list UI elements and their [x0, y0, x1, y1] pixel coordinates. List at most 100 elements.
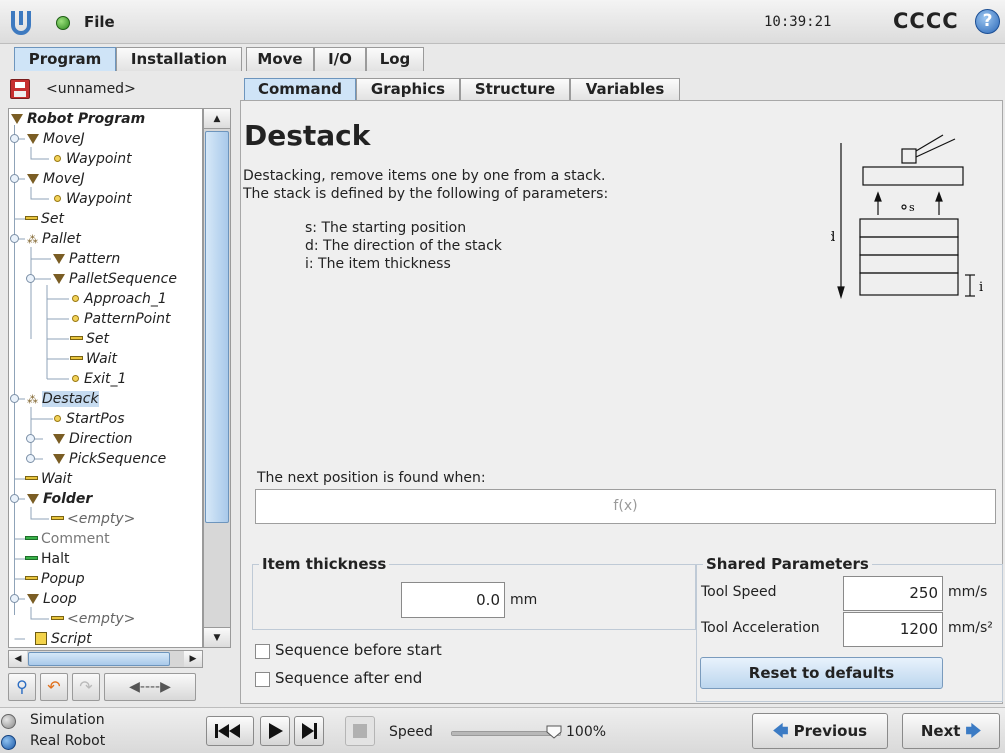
- move-arrows-icon[interactable]: ◀----▶: [104, 673, 196, 701]
- sequence-after-end-checkbox[interactable]: [255, 672, 270, 687]
- tool-acceleration-label: Tool Acceleration: [701, 620, 820, 636]
- speed-slider-fill: [452, 732, 558, 735]
- tree-node[interactable]: ⁂ Pallet: [27, 229, 81, 249]
- tree-node[interactable]: Loop: [27, 589, 77, 609]
- tree-node[interactable]: Script: [35, 629, 92, 647]
- tab-command[interactable]: Command: [244, 78, 356, 100]
- scroll-up-arrow-icon[interactable]: ▲: [204, 109, 230, 129]
- tab-graphics[interactable]: Graphics: [356, 78, 460, 100]
- tab-program[interactable]: Program: [14, 47, 116, 71]
- play-icon: [269, 723, 283, 739]
- step-forward-button[interactable]: [294, 716, 324, 746]
- tree-node[interactable]: <empty>: [51, 509, 135, 529]
- item-thickness-input[interactable]: 0.0: [401, 582, 505, 618]
- scroll-down-arrow-icon[interactable]: ▼: [204, 627, 230, 647]
- tree-horizontal-scrollbar[interactable]: ◀ ▶: [8, 650, 203, 668]
- save-icon[interactable]: [10, 79, 30, 99]
- simulation-mode[interactable]: Simulation: [1, 712, 105, 729]
- tab-installation[interactable]: Installation: [116, 47, 242, 71]
- tree-node[interactable]: MoveJ: [27, 169, 85, 189]
- set-icon: [70, 336, 83, 340]
- triangle-icon: [53, 254, 65, 264]
- diagram-label-i: i: [979, 280, 983, 295]
- description: Destacking, remove items one by one from…: [243, 167, 608, 203]
- clock: 10:39:21: [764, 14, 832, 30]
- waypoint-icon: [54, 195, 61, 202]
- diagram-label-d: d: [831, 230, 835, 245]
- tab-log[interactable]: Log: [366, 47, 424, 71]
- tool-acceleration-unit: mm/s²: [948, 620, 993, 636]
- speed-slider-knob[interactable]: [546, 725, 562, 739]
- tree-node[interactable]: Direction: [53, 429, 133, 449]
- waypoint-icon: [54, 155, 61, 162]
- step-forward-icon: [302, 723, 317, 739]
- stop-icon: [353, 724, 367, 738]
- tree-node[interactable]: Popup: [25, 569, 85, 589]
- tree-node[interactable]: Set: [70, 329, 109, 349]
- scroll-left-arrow-icon[interactable]: ◀: [9, 651, 27, 667]
- tree-node[interactable]: Waypoint: [54, 149, 132, 169]
- tree-node[interactable]: Set: [25, 209, 64, 229]
- tree-node[interactable]: StartPos: [54, 409, 125, 429]
- tree-node-robot-program[interactable]: Robot Program: [11, 109, 145, 129]
- previous-button[interactable]: 🡄 Previous: [752, 713, 888, 749]
- scroll-right-arrow-icon[interactable]: ▶: [184, 651, 202, 667]
- speed-slider[interactable]: [451, 725, 562, 739]
- tree-node[interactable]: Wait: [70, 349, 117, 369]
- tree-node[interactable]: Waypoint: [54, 189, 132, 209]
- expression-field[interactable]: f(x): [255, 489, 996, 524]
- tool-speed-input[interactable]: 250: [843, 576, 943, 611]
- tab-io[interactable]: I/O: [314, 47, 366, 71]
- param-i: i: The item thickness: [305, 256, 451, 272]
- search-icon[interactable]: ⚲: [8, 673, 36, 701]
- redo-icon[interactable]: ↷: [72, 673, 100, 701]
- tree-node[interactable]: Approach_1: [72, 289, 167, 309]
- tree-node[interactable]: <empty>: [51, 609, 135, 629]
- shared-parameters-title: Shared Parameters: [703, 555, 872, 573]
- help-icon[interactable]: ?: [975, 9, 1000, 34]
- play-button[interactable]: [260, 716, 290, 746]
- sequence-before-start-checkbox[interactable]: [255, 644, 270, 659]
- file-menu[interactable]: File: [84, 13, 115, 31]
- command-panel: Destack Destacking, remove items one by …: [240, 100, 1003, 704]
- triangle-icon: [53, 434, 65, 444]
- set-icon: [51, 516, 64, 520]
- tab-structure[interactable]: Structure: [460, 78, 570, 100]
- item-thickness-unit: mm: [510, 592, 538, 608]
- triangle-icon: [53, 454, 65, 464]
- scroll-thumb[interactable]: [205, 131, 229, 523]
- tree-node[interactable]: Exit_1: [72, 369, 126, 389]
- tree-node[interactable]: MoveJ: [27, 129, 85, 149]
- skip-back-button[interactable]: [206, 716, 254, 746]
- tree-vertical-scrollbar[interactable]: ▲ ▼: [203, 108, 231, 648]
- diagram-label-s: s: [909, 201, 915, 214]
- arrow-right-icon: 🡆: [965, 722, 982, 740]
- real-robot-radio-icon[interactable]: [1, 735, 16, 750]
- tree-node[interactable]: Halt: [25, 549, 70, 569]
- next-position-label: The next position is found when:: [257, 470, 486, 486]
- program-tree[interactable]: Robot Program MoveJ Waypoint MoveJ Waypo…: [8, 108, 203, 648]
- tree-node[interactable]: PalletSequence: [53, 269, 177, 289]
- tab-variables[interactable]: Variables: [570, 78, 680, 100]
- set-icon: [51, 616, 64, 620]
- real-robot-mode[interactable]: Real Robot: [1, 733, 105, 750]
- tree-node-selected[interactable]: ⁂ Destack: [27, 389, 99, 409]
- scroll-thumb[interactable]: [28, 652, 170, 666]
- tree-node[interactable]: Folder: [27, 489, 92, 509]
- speed-label: Speed: [389, 724, 433, 740]
- tool-acceleration-input[interactable]: 1200: [843, 612, 943, 647]
- tree-node[interactable]: PickSequence: [53, 449, 166, 469]
- reset-to-defaults-button[interactable]: Reset to defaults: [700, 657, 943, 689]
- triangle-icon: [27, 494, 39, 504]
- tree-node[interactable]: PatternPoint: [72, 309, 171, 329]
- tree-node[interactable]: Comment: [25, 529, 110, 549]
- stop-button[interactable]: [345, 716, 375, 746]
- tree-node[interactable]: Pattern: [53, 249, 120, 269]
- tree-node[interactable]: Wait: [25, 469, 72, 489]
- tool-speed-unit: mm/s: [948, 584, 988, 600]
- popup-icon: [25, 576, 38, 580]
- tab-move[interactable]: Move: [246, 47, 314, 71]
- next-button[interactable]: Next 🡆: [902, 713, 1000, 749]
- undo-icon[interactable]: ↶: [40, 673, 68, 701]
- simulation-radio-icon[interactable]: [1, 714, 16, 729]
